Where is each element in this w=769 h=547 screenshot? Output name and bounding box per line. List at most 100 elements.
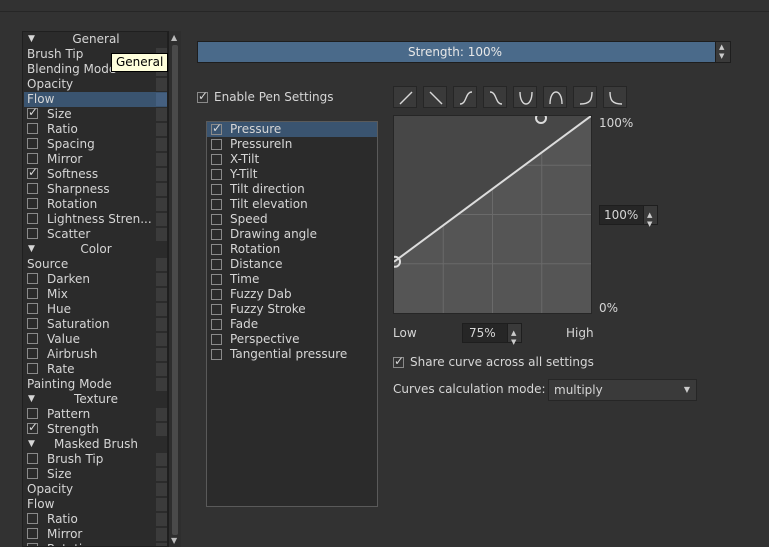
sensor-checkbox[interactable]	[211, 169, 222, 180]
sensor-item[interactable]: Fade	[207, 317, 377, 332]
option-item[interactable]: Opacity	[24, 77, 167, 92]
sensor-checkbox[interactable]	[211, 259, 222, 270]
ease-in-curve-button[interactable]	[573, 86, 597, 108]
sensor-item[interactable]: Tilt elevation	[207, 197, 377, 212]
option-item[interactable]: Source	[24, 257, 167, 272]
sensor-item[interactable]: Tangential pressure	[207, 347, 377, 362]
u-curve-button[interactable]	[513, 86, 537, 108]
min-spin-buttons[interactable]: ▲ ▼	[507, 324, 521, 346]
linear-curve-button[interactable]	[393, 86, 417, 108]
strength-spin-buttons[interactable]: ▲ ▼	[715, 42, 730, 62]
option-checkbox[interactable]	[27, 228, 38, 239]
option-item[interactable]: Pattern	[24, 407, 167, 422]
option-checkbox[interactable]	[27, 408, 38, 419]
option-item[interactable]: Value	[24, 332, 167, 347]
sensor-checkbox[interactable]	[211, 139, 222, 150]
sensor-checkbox[interactable]	[211, 304, 222, 315]
sensor-item[interactable]: Speed	[207, 212, 377, 227]
option-item[interactable]: Spacing	[24, 137, 167, 152]
sensor-checkbox[interactable]	[211, 199, 222, 210]
option-item[interactable]: Flow	[24, 92, 167, 107]
option-checkbox[interactable]	[27, 213, 38, 224]
option-item[interactable]: Sharpness	[24, 182, 167, 197]
option-checkbox[interactable]	[27, 333, 38, 344]
sensor-item[interactable]: Drawing angle	[207, 227, 377, 242]
option-item[interactable]: Saturation	[24, 317, 167, 332]
option-item[interactable]: Mirror	[24, 527, 167, 542]
enable-pen-settings-checkbox[interactable]: ✓ Enable Pen Settings	[197, 89, 334, 105]
option-checkbox[interactable]	[27, 528, 38, 539]
option-item[interactable]: Opacity	[24, 482, 167, 497]
reverse-linear-curve-button[interactable]	[423, 86, 447, 108]
sensor-checkbox[interactable]: ✓	[211, 121, 222, 135]
option-item[interactable]: Ratio	[24, 512, 167, 527]
ease-out-curve-button[interactable]	[603, 86, 627, 108]
section-header[interactable]: ▼ Masked Brush	[24, 437, 167, 452]
option-checkbox[interactable]	[27, 123, 38, 134]
option-checkbox[interactable]	[27, 513, 38, 524]
sensor-item[interactable]: PressureIn	[207, 137, 377, 152]
sensor-checkbox[interactable]	[211, 334, 222, 345]
option-checkbox[interactable]	[27, 198, 38, 209]
section-header[interactable]: ▼ Color	[24, 242, 167, 257]
option-checkbox[interactable]	[27, 183, 38, 194]
sensor-item[interactable]: Perspective	[207, 332, 377, 347]
sensor-checkbox[interactable]	[211, 154, 222, 165]
sensor-item[interactable]: ✓ Pressure	[207, 121, 377, 137]
option-item[interactable]: Darken	[24, 272, 167, 287]
option-item[interactable]: Size	[24, 467, 167, 482]
option-checkbox[interactable]	[27, 138, 38, 149]
option-item[interactable]: Mirror	[24, 152, 167, 167]
sensor-item[interactable]: X-Tilt	[207, 152, 377, 167]
sensor-checkbox[interactable]	[211, 274, 222, 285]
option-checkbox[interactable]	[27, 273, 38, 284]
sensor-item[interactable]: Fuzzy Stroke	[207, 302, 377, 317]
spin-down-icon[interactable]: ▼	[511, 333, 516, 351]
option-checkbox[interactable]	[27, 303, 38, 314]
option-checkbox[interactable]	[27, 348, 38, 359]
option-item[interactable]: Airbrush	[24, 347, 167, 362]
option-checkbox[interactable]: ✓	[27, 420, 38, 434]
sensor-checkbox[interactable]	[211, 289, 222, 300]
option-checkbox[interactable]	[27, 453, 38, 464]
option-checkbox[interactable]	[27, 318, 38, 329]
sensor-checkbox[interactable]	[211, 349, 222, 360]
option-item[interactable]: Rotation	[24, 542, 167, 546]
sensor-item[interactable]: Tilt direction	[207, 182, 377, 197]
brush-options-list[interactable]: ▼ General Brush Tip Blending Mode Opacity Flo…	[22, 31, 168, 547]
option-item[interactable]: Flow	[24, 497, 167, 512]
max-spin-buttons[interactable]: ▲ ▼	[643, 206, 657, 228]
sensor-checkbox[interactable]	[211, 184, 222, 195]
option-item[interactable]: Brush Tip	[24, 452, 167, 467]
strength-slider[interactable]: Strength: 100% ▲ ▼	[197, 41, 731, 63]
option-checkbox[interactable]	[27, 288, 38, 299]
curve-editor[interactable]	[389, 112, 592, 314]
sensor-list[interactable]: ✓ Pressure PressureIn X-Tilt Y-Tilt Tilt dire…	[206, 121, 378, 507]
option-item[interactable]: Painting Mode	[24, 377, 167, 392]
sensor-item[interactable]: Y-Tilt	[207, 167, 377, 182]
sensor-checkbox[interactable]	[211, 319, 222, 330]
brush-options-scrollbar[interactable]: ▲ ▼	[168, 31, 181, 547]
option-item[interactable]: ✓ Softness	[24, 165, 167, 182]
option-item[interactable]: ✓ Strength	[24, 420, 167, 437]
scroll-up-icon[interactable]: ▲	[171, 33, 177, 42]
reverse-s-curve-button[interactable]	[483, 86, 507, 108]
option-checkbox[interactable]	[27, 153, 38, 164]
option-item[interactable]: Scatter	[24, 227, 167, 242]
option-item[interactable]: ✓ Size	[24, 105, 167, 122]
option-checkbox[interactable]: ✓	[27, 105, 38, 119]
option-item[interactable]: Lightness Stren...	[24, 212, 167, 227]
share-curve-checkbox[interactable]: ✓ Share curve across all settings	[393, 354, 594, 370]
spin-down-icon[interactable]: ▼	[647, 215, 652, 233]
spin-down-icon[interactable]: ▼	[719, 52, 724, 60]
sensor-item[interactable]: Distance	[207, 257, 377, 272]
option-item[interactable]: Ratio	[24, 122, 167, 137]
sensor-checkbox[interactable]	[211, 244, 222, 255]
checkbox[interactable]: ✓	[393, 354, 404, 368]
sensor-item[interactable]: Rotation	[207, 242, 377, 257]
option-item[interactable]: Mix	[24, 287, 167, 302]
option-checkbox[interactable]	[27, 543, 38, 546]
option-checkbox[interactable]	[27, 363, 38, 374]
s-curve-button[interactable]	[453, 86, 477, 108]
option-item[interactable]: Rate	[24, 362, 167, 377]
